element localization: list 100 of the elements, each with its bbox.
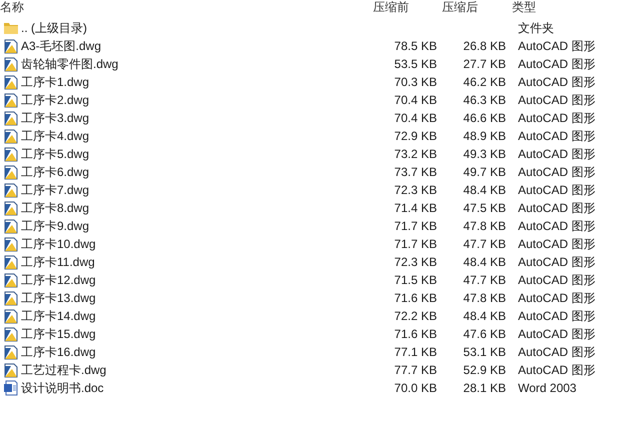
file-size: 78.5 KB (394, 39, 437, 53)
packed-size: 46.2 KB (463, 75, 506, 89)
file-name[interactable]: 工序卡4.dwg (21, 129, 90, 143)
packed-size: 47.8 KB (463, 291, 506, 305)
packed-size: 46.6 KB (463, 111, 506, 125)
drawing-file-icon (3, 254, 19, 270)
file-size: 70.4 KB (394, 93, 437, 107)
file-size: 71.7 KB (394, 237, 437, 251)
file-type: AutoCAD 图形 (518, 39, 596, 53)
packed-size: 48.4 KB (463, 183, 506, 197)
file-size: 72.9 KB (394, 129, 437, 143)
drawing-file-icon (3, 38, 19, 54)
packed-size: 53.1 KB (463, 345, 506, 359)
file-type: AutoCAD 图形 (518, 111, 596, 125)
file-size: 70.4 KB (394, 111, 437, 125)
folder-icon (3, 20, 19, 36)
file-type: AutoCAD 图形 (518, 165, 596, 179)
file-type: AutoCAD 图形 (518, 273, 596, 287)
drawing-file-icon (3, 290, 19, 306)
file-type: AutoCAD 图形 (518, 237, 596, 251)
file-name[interactable]: 工艺过程卡.dwg (21, 363, 106, 377)
packed-size: 49.3 KB (463, 147, 506, 161)
file-name[interactable]: 工序卡14.dwg (21, 309, 96, 323)
file-type: AutoCAD 图形 (518, 183, 596, 197)
document-icon (3, 380, 19, 396)
file-name[interactable]: 工序卡7.dwg (21, 183, 90, 197)
file-type: AutoCAD 图形 (518, 345, 596, 359)
packed-size: 47.7 KB (463, 273, 506, 287)
file-type: AutoCAD 图形 (518, 75, 596, 89)
file-name[interactable]: 工序卡5.dwg (21, 147, 90, 161)
drawing-file-icon (3, 200, 19, 216)
file-name[interactable]: 工序卡12.dwg (21, 273, 96, 287)
drawing-file-icon (3, 56, 19, 72)
file-size: 73.2 KB (394, 147, 437, 161)
drawing-file-icon (3, 272, 19, 288)
file-name[interactable]: 工序卡2.dwg (21, 93, 90, 107)
drawing-file-icon (3, 326, 19, 342)
file-size: 71.7 KB (394, 219, 437, 233)
file-size: 72.2 KB (394, 309, 437, 323)
file-name[interactable]: 设计说明书.doc (21, 381, 104, 395)
packed-size: 48.4 KB (463, 255, 506, 269)
file-name[interactable]: 工序卡16.dwg (21, 345, 96, 359)
file-type: Word 2003 (518, 381, 576, 395)
drawing-file-icon (3, 128, 19, 144)
file-name[interactable]: 工序卡6.dwg (21, 165, 90, 179)
file-name[interactable]: 齿轮轴零件图.dwg (21, 57, 118, 71)
drawing-file-icon (3, 182, 19, 198)
file-size: 77.1 KB (394, 345, 437, 359)
file-name[interactable]: 工序卡15.dwg (21, 327, 96, 341)
packed-size: 27.7 KB (463, 57, 506, 71)
file-name[interactable]: 工序卡3.dwg (21, 111, 90, 125)
packed-size: 28.1 KB (463, 381, 506, 395)
drawing-file-icon (3, 92, 19, 108)
packed-size: 48.4 KB (463, 309, 506, 323)
file-name[interactable]: 工序卡11.dwg (21, 255, 95, 269)
drawing-file-icon (3, 110, 19, 126)
file-size: 71.6 KB (394, 291, 437, 305)
file-type: AutoCAD 图形 (518, 93, 596, 107)
file-type: AutoCAD 图形 (518, 129, 596, 143)
file-name[interactable]: 工序卡10.dwg (21, 237, 96, 251)
file-name[interactable]: 工序卡9.dwg (21, 219, 90, 233)
packed-size: 49.7 KB (463, 165, 506, 179)
file-size: 72.3 KB (394, 183, 437, 197)
file-type: AutoCAD 图形 (518, 201, 596, 215)
file-type: AutoCAD 图形 (518, 327, 596, 341)
file-name[interactable]: 工序卡1.dwg (21, 75, 90, 89)
packed-size: 47.8 KB (463, 219, 506, 233)
packed-size: 46.3 KB (463, 93, 506, 107)
packed-size: 47.5 KB (463, 201, 506, 215)
file-size: 73.7 KB (394, 165, 437, 179)
packed-size: 26.8 KB (463, 39, 506, 53)
column-header[interactable]: 压缩前 (373, 0, 409, 14)
file-size: 77.7 KB (394, 363, 437, 377)
drawing-file-icon (3, 236, 19, 252)
file-size: 70.0 KB (394, 381, 437, 395)
file-size: 70.3 KB (394, 75, 437, 89)
file-type: AutoCAD 图形 (518, 363, 596, 377)
drawing-file-icon (3, 218, 19, 234)
drawing-file-icon (3, 344, 19, 360)
file-type: AutoCAD 图形 (518, 309, 596, 323)
column-header[interactable]: 名称 (0, 0, 24, 14)
drawing-file-icon (3, 308, 19, 324)
packed-size: 48.9 KB (463, 129, 506, 143)
file-name[interactable]: .. (上级目录) (21, 21, 87, 35)
file-type: AutoCAD 图形 (518, 255, 596, 269)
file-name[interactable]: 工序卡8.dwg (21, 201, 90, 215)
file-type: AutoCAD 图形 (518, 57, 596, 71)
drawing-file-icon (3, 164, 19, 180)
file-size: 71.6 KB (394, 327, 437, 341)
file-type: AutoCAD 图形 (518, 147, 596, 161)
file-size: 71.5 KB (394, 273, 437, 287)
packed-size: 52.9 KB (463, 363, 506, 377)
column-header[interactable]: 类型 (512, 0, 536, 14)
file-name[interactable]: 工序卡13.dwg (21, 291, 96, 305)
drawing-file-icon (3, 362, 19, 378)
file-name[interactable]: A3-毛坯图.dwg (21, 39, 102, 53)
drawing-file-icon (3, 74, 19, 90)
packed-size: 47.6 KB (463, 327, 506, 341)
file-size: 53.5 KB (394, 57, 437, 71)
column-header[interactable]: 压缩后 (442, 0, 478, 14)
